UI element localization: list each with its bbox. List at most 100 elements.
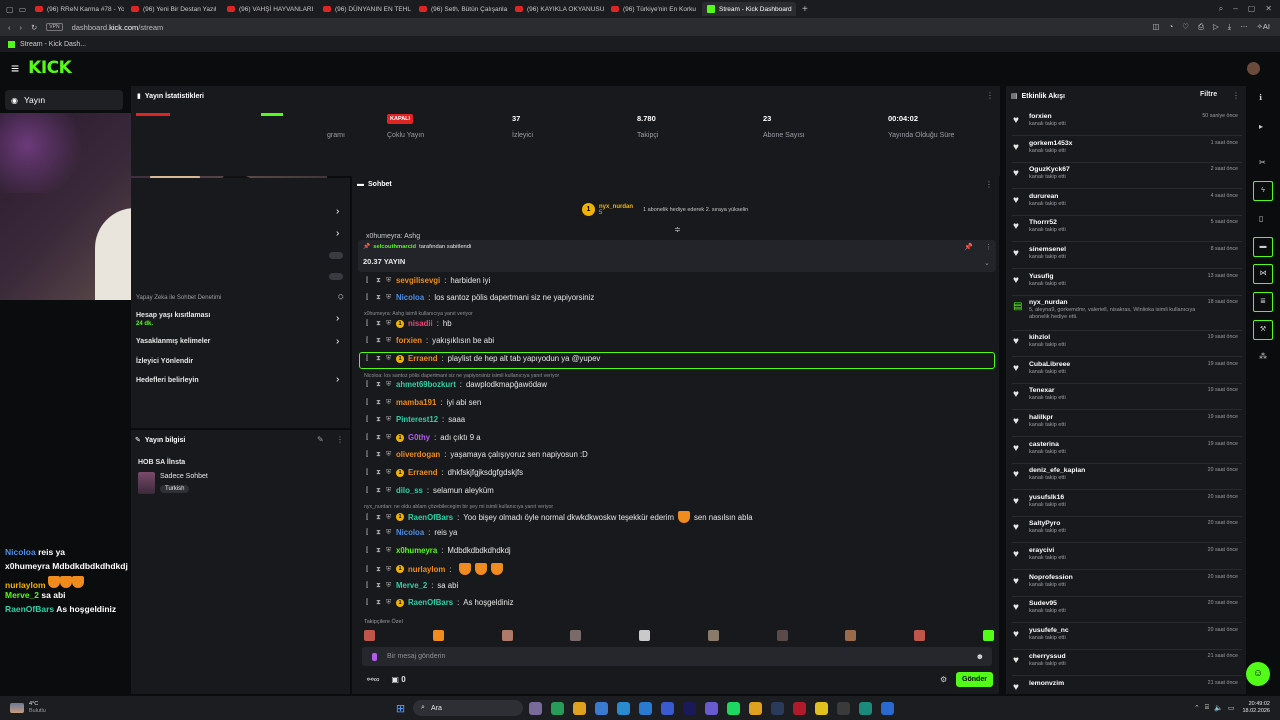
clip-icon[interactable]: ✂: [1259, 158, 1266, 167]
unpin-icon[interactable]: 📌: [964, 243, 973, 251]
menu-icon[interactable]: ≡: [11, 60, 19, 76]
chat-username[interactable]: ahmet69bozkurt: [396, 380, 456, 389]
chat-username[interactable]: forxien: [396, 336, 422, 345]
browser-tab[interactable]: (96) DÜNYANIN EN TEHL: [318, 2, 412, 16]
play-icon[interactable]: ▷: [1213, 22, 1219, 32]
timeout-icon[interactable]: ⧗: [376, 277, 382, 284]
pin-action-icon[interactable]: ⫿: [366, 399, 372, 406]
bookmark-icon[interactable]: ◫: [1153, 22, 1160, 32]
opera-icon[interactable]: [793, 701, 807, 715]
browser-tab[interactable]: (96) Yeni Bir Destan Yazıl: [126, 2, 220, 16]
tab-list-icon[interactable]: ▢: [6, 5, 14, 14]
app-icon[interactable]: [595, 701, 609, 715]
emote-icon[interactable]: [364, 630, 375, 641]
timeout-icon[interactable]: ⧗: [376, 469, 382, 476]
wrench-icon[interactable]: ⚒: [1253, 320, 1273, 340]
document-icon[interactable]: ▯: [1259, 214, 1263, 223]
app-icon[interactable]: [881, 701, 895, 715]
chat-username[interactable]: Nicoloa: [396, 528, 424, 537]
activity-item[interactable]: ♥ OguzKyck67 kanalı takip etti 2 saat önce: [1012, 166, 1242, 190]
category-name[interactable]: Sadece Sohbet: [160, 473, 208, 480]
stream-info-menu-icon[interactable]: ⋮: [336, 435, 344, 444]
help-button[interactable]: ☺: [1246, 662, 1270, 686]
setting-banned-words[interactable]: Yasaklanmış kelimeler: [136, 338, 210, 345]
chrome-icon[interactable]: [749, 701, 763, 715]
emoji-icon[interactable]: ☻: [976, 652, 984, 661]
browser-tab[interactable]: (96) KAYIKLA OKYANUSU: [510, 2, 604, 16]
chat-message[interactable]: ⫿ ⧗ ⛨ Pinterest12: saaa: [366, 415, 465, 424]
timeout-icon[interactable]: ⧗: [376, 529, 382, 536]
mail-icon[interactable]: [617, 701, 631, 715]
chevron-right-icon[interactable]: ›: [336, 228, 339, 239]
activity-item[interactable]: ♥ dururean kanalı takip etti 4 saat önce: [1012, 193, 1242, 216]
activity-item[interactable]: ▤ nyx_nurdan 5, aleyna9, gorkemdmr, valeri…: [1012, 299, 1242, 332]
setting-age-restriction[interactable]: Hesap yaşı kısıtlaması 24 dk.: [136, 312, 210, 327]
pin-action-icon[interactable]: ⫿: [366, 487, 372, 494]
activity-item[interactable]: ♥ casterina kanalı takip etti 19 saat önce: [1012, 441, 1242, 464]
browser-tab[interactable]: (96) RReN Karma #78 - Yo: [30, 2, 124, 16]
pin-action-icon[interactable]: ⫿: [366, 514, 372, 521]
activity-item[interactable]: ♥ Noprofession kanalı takip etti 20 saat ön…: [1012, 574, 1242, 597]
chat-message[interactable]: ⫿ ⧗ ⛨ Merve_2: sa abi: [366, 581, 458, 590]
list-icon[interactable]: ≣: [1253, 292, 1273, 312]
timeout-icon[interactable]: ⧗: [376, 294, 382, 301]
clock[interactable]: 20:49:02 18.02.2026: [1242, 701, 1270, 715]
tag-badge[interactable]: Turkish: [160, 485, 190, 493]
loop-icon[interactable]: ⚯∞: [367, 675, 379, 684]
chat-username[interactable]: nisadii: [408, 319, 433, 328]
chat-settings-icon[interactable]: ⚙: [940, 675, 947, 684]
activity-item[interactable]: ♥ yusufefe_nc kanalı takip etti 20 saat önc…: [1012, 627, 1242, 650]
pin-action-icon[interactable]: ⫿: [366, 381, 372, 388]
chat-message[interactable]: ⫿ ⧗ ⛨ 1 RaenOfBars: As hoşgeldiniz: [366, 598, 514, 607]
browser-tab[interactable]: Stream - Kick Dashboard: [702, 2, 796, 16]
setting-goals[interactable]: Hedefleri belirleyin: [136, 377, 199, 384]
forward-icon[interactable]: ›: [20, 23, 23, 32]
activity-item[interactable]: ♥ gorkem1453x kanalı takip etti 1 saat önce: [1012, 140, 1242, 163]
chat-username[interactable]: nurlaylom: [408, 565, 445, 574]
activity-item[interactable]: ♥ lemonvzim 21 saat önce: [1012, 680, 1242, 693]
pin-action-icon[interactable]: ⫿: [366, 277, 372, 284]
timeout-icon[interactable]: ⧗: [376, 487, 382, 494]
timeout-icon[interactable]: ⧗: [376, 434, 382, 441]
chevron-right-icon[interactable]: ›: [336, 313, 339, 324]
info-icon[interactable]: ℹ: [1259, 93, 1262, 102]
chat-message[interactable]: ⫿ ⧗ ⛨ 1 nurlaylom:: [366, 563, 504, 575]
send-button[interactable]: Gönder: [956, 672, 993, 687]
back-icon[interactable]: ‹: [8, 23, 11, 32]
tab-overview-icon[interactable]: ▭: [19, 5, 27, 14]
chat-message[interactable]: ⫿ ⧗ ⛨ sevgilisevgi: harbiden iyi: [366, 276, 490, 285]
volume-icon[interactable]: 🔈: [1214, 704, 1223, 712]
emote-icon[interactable]: [501, 630, 513, 641]
activity-item[interactable]: ♥ halilkpr kanalı takip etti 19 saat önce: [1012, 414, 1242, 437]
pin-action-icon[interactable]: ⫿: [366, 451, 372, 458]
activity-item[interactable]: ♥ eraycivi kanalı takip etti 20 saat önce: [1012, 547, 1242, 570]
chat-username[interactable]: sevgilisevgi: [396, 276, 440, 285]
chat-message[interactable]: ⫿ ⧗ ⛨ forxien: yakışıklısın be abi: [366, 336, 494, 345]
points-icon[interactable]: ▣ 0: [391, 675, 405, 684]
chat-message[interactable]: ⫿ ⧗ ⛨ oliverdogan: yaşamaya çalışıyoruz sen …: [366, 450, 588, 459]
browser-tab[interactable]: (96) VAHŞİ HAYVANLARI: [222, 2, 316, 16]
bookmark-item[interactable]: Stream - Kick Dash...: [20, 41, 86, 48]
activity-item[interactable]: ♥ SaltyPyro kanalı takip etti 20 saat önce: [1012, 520, 1242, 544]
grid-icon[interactable]: ⁂: [1259, 352, 1267, 361]
screenshot-icon[interactable]: ⎙: [1198, 22, 1204, 32]
sidebar-item-yayin[interactable]: ◉ Yayın: [5, 90, 123, 110]
activity-item[interactable]: ♥ kihzlol kanalı takip etti 19 saat önce: [1012, 334, 1242, 358]
search-tabs-icon[interactable]: ⌕: [1219, 4, 1223, 14]
pin-action-icon[interactable]: ⫿: [366, 582, 372, 589]
pin-action-icon[interactable]: ⫿: [366, 599, 372, 606]
chat-message[interactable]: ⫿ ⧗ ⛨ mamba191: iyi abi sen: [366, 398, 481, 407]
battery-icon[interactable]: ▭: [1228, 704, 1235, 712]
timeout-icon[interactable]: ⧗: [376, 582, 382, 589]
activity-item[interactable]: ♥ CubaLibreee kanalı takip etti 19 saat önc…: [1012, 361, 1242, 384]
emote-icon[interactable]: [432, 630, 444, 641]
timeout-icon[interactable]: ⧗: [376, 514, 382, 521]
app-icon[interactable]: [771, 701, 785, 715]
browser-tab[interactable]: (96) Seth, Bütün Çalışanla: [414, 2, 508, 16]
new-tab-icon[interactable]: +: [802, 4, 808, 15]
chat-message[interactable]: ⫿ ⧗ ⛨ Nicoloa: reis ya: [366, 528, 457, 537]
chat-message[interactable]: ⫿ ⧗ ⛨ 1 nisadii: hb: [366, 319, 452, 328]
pin-action-icon[interactable]: ⫿: [366, 337, 372, 344]
premiere-icon[interactable]: [683, 701, 697, 715]
chat-message[interactable]: ⫿ ⧗ ⛨ 1 G0thy: adı çıktı 9 a: [366, 433, 481, 442]
